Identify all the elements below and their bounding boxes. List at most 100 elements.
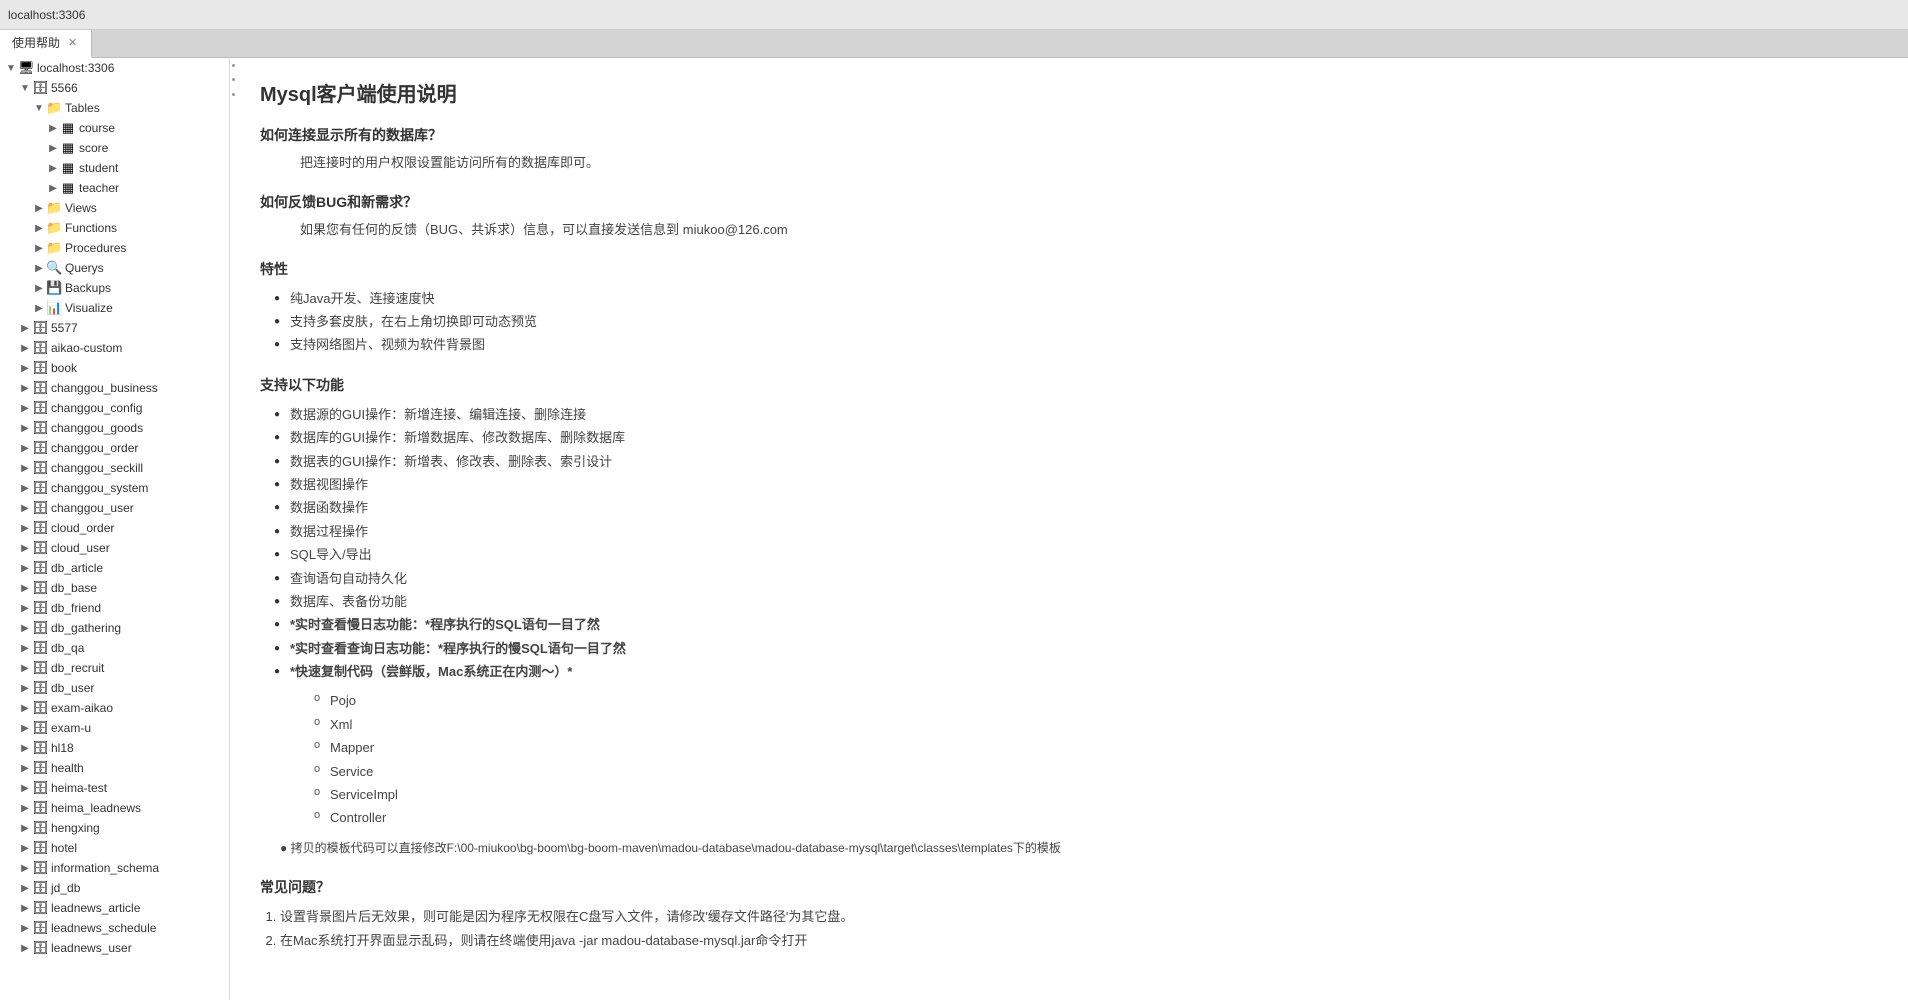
db-leadnews-article-label: leadnews_article bbox=[51, 901, 140, 915]
section1-text: 把连接时的用户权限设置能访问所有的数据库即可。 bbox=[260, 153, 1878, 174]
toggle-cg-user-icon: ▶ bbox=[18, 503, 32, 514]
sidebar-item-cg-order[interactable]: ▶ 🗄 changgou_order bbox=[0, 438, 229, 458]
sidebar-item-score[interactable]: ▶ ▦ score bbox=[0, 138, 229, 158]
sidebar-item-teacher[interactable]: ▶ ▦ teacher bbox=[0, 178, 229, 198]
sidebar-item-db-base[interactable]: ▶ 🗄 db_base bbox=[0, 578, 229, 598]
sidebar-item-db-user[interactable]: ▶ 🗄 db_user bbox=[0, 678, 229, 698]
toggle-db-user-icon: ▶ bbox=[18, 683, 32, 694]
db5577-icon: 🗄 bbox=[32, 320, 48, 336]
sidebar-item-jd-db[interactable]: ▶ 🗄 jd_db bbox=[0, 878, 229, 898]
db-cg-seckill-label: changgou_seckill bbox=[51, 461, 143, 475]
sidebar-item-book[interactable]: ▶ 🗄 book bbox=[0, 358, 229, 378]
db-book-label: book bbox=[51, 361, 77, 375]
sidebar-item-db-gathering[interactable]: ▶ 🗄 db_gathering bbox=[0, 618, 229, 638]
sidebar-item-cloud-order[interactable]: ▶ 🗄 cloud_order bbox=[0, 518, 229, 538]
sidebar-item-health[interactable]: ▶ 🗄 health bbox=[0, 758, 229, 778]
sidebar-item-backups[interactable]: ▶ 💾 Backups bbox=[0, 278, 229, 298]
db-jd-db-label: jd_db bbox=[51, 881, 80, 895]
sidebar-item-hotel[interactable]: ▶ 🗄 hotel bbox=[0, 838, 229, 858]
sidebar-item-tables[interactable]: ▼ 📁 Tables bbox=[0, 98, 229, 118]
toggle-leadnews-schedule-icon: ▶ bbox=[18, 923, 32, 934]
db-hengxing-icon: 🗄 bbox=[32, 820, 48, 836]
toggle-functions-icon: ▶ bbox=[32, 223, 46, 234]
table-icon: ▦ bbox=[60, 120, 76, 136]
db-cloud-user-icon: 🗄 bbox=[32, 540, 48, 556]
procedures-folder-icon: 📁 bbox=[46, 240, 62, 256]
sidebar-item-hl18[interactable]: ▶ 🗄 hl18 bbox=[0, 738, 229, 758]
sidebar-item-leadnews-user[interactable]: ▶ 🗄 leadnews_user bbox=[0, 938, 229, 958]
sidebar-item-hengxing[interactable]: ▶ 🗄 hengxing bbox=[0, 818, 229, 838]
student-label: student bbox=[79, 161, 118, 175]
tab-close-icon[interactable]: ✕ bbox=[66, 36, 79, 49]
db-health-icon: 🗄 bbox=[32, 760, 48, 776]
sidebar-item-information-schema[interactable]: ▶ 🗄 information_schema bbox=[0, 858, 229, 878]
section5-title: 常见问题？ bbox=[260, 877, 1878, 897]
sidebar-item-procedures[interactable]: ▶ 📁 Procedures bbox=[0, 238, 229, 258]
sidebar-item-querys[interactable]: ▶ 🔍 Querys bbox=[0, 258, 229, 278]
toggle-cg-config-icon: ▶ bbox=[18, 403, 32, 414]
functions-list: 数据源的GUI操作：新增连接、编辑连接、删除连接 数据库的GUI操作：新增数据库… bbox=[260, 403, 1878, 684]
db-article-label: db_article bbox=[51, 561, 103, 575]
db-jd-db-icon: 🗄 bbox=[32, 880, 48, 896]
toggle-procedures-icon: ▶ bbox=[32, 243, 46, 254]
sidebar-item-views[interactable]: ▶ 📁 Views bbox=[0, 198, 229, 218]
db-gathering-label: db_gathering bbox=[51, 621, 121, 635]
sidebar-item-db-friend[interactable]: ▶ 🗄 db_friend bbox=[0, 598, 229, 618]
db-aikao-label: aikao-custom bbox=[51, 341, 122, 355]
sidebar-item-5566[interactable]: ▼ 🗄 5566 bbox=[0, 78, 229, 98]
sidebar-item-exam-aikao[interactable]: ▶ 🗄 exam-aikao bbox=[0, 698, 229, 718]
sidebar-item-cg-seckill[interactable]: ▶ 🗄 changgou_seckill bbox=[0, 458, 229, 478]
db-health-label: health bbox=[51, 761, 84, 775]
toggle-visualize-icon: ▶ bbox=[32, 303, 46, 314]
visualize-folder-icon: 📊 bbox=[46, 300, 62, 316]
faq-list: 设置背景图片后无效果，则可能是因为程序无权限在C盘写入文件，请修改'缓存文件路径… bbox=[260, 905, 1878, 952]
sidebar-item-leadnews-schedule[interactable]: ▶ 🗄 leadnews_schedule bbox=[0, 918, 229, 938]
sidebar-item-course[interactable]: ▶ ▦ course bbox=[0, 118, 229, 138]
tab-help[interactable]: 使用帮助 ✕ bbox=[0, 30, 92, 58]
sidebar-item-visualize[interactable]: ▶ 📊 Visualize bbox=[0, 298, 229, 318]
feature-1: 纯Java开发、连接速度快 bbox=[290, 287, 1878, 310]
code-controller: Controller bbox=[330, 806, 1878, 829]
sidebar-item-aikao[interactable]: ▶ 🗄 aikao-custom bbox=[0, 338, 229, 358]
db-cg-order-label: changgou_order bbox=[51, 441, 138, 455]
page-title: Mysql客户端使用说明 bbox=[260, 78, 1878, 107]
views-folder-icon: 📁 bbox=[46, 200, 62, 216]
db-cg-config-label: changgou_config bbox=[51, 401, 142, 415]
sidebar-item-root[interactable]: ▼ 🖥 localhost:3306 bbox=[0, 58, 229, 78]
sidebar-item-heima-test[interactable]: ▶ 🗄 heima-test bbox=[0, 778, 229, 798]
db-cloud-order-label: cloud_order bbox=[51, 521, 114, 535]
sidebar-item-heima-leadnews[interactable]: ▶ 🗄 heima_leadnews bbox=[0, 798, 229, 818]
sidebar-item-db-qa[interactable]: ▶ 🗄 db_qa bbox=[0, 638, 229, 658]
sidebar-item-cg-config[interactable]: ▶ 🗄 changgou_config bbox=[0, 398, 229, 418]
functions-folder-icon: 📁 bbox=[46, 220, 62, 236]
sidebar-item-cg-goods[interactable]: ▶ 🗄 changgou_goods bbox=[0, 418, 229, 438]
db-information-schema-label: information_schema bbox=[51, 861, 159, 875]
sidebar-item-cg-system[interactable]: ▶ 🗄 changgou_system bbox=[0, 478, 229, 498]
db-leadnews-schedule-label: leadnews_schedule bbox=[51, 921, 156, 935]
sidebar-item-cg-business[interactable]: ▶ 🗄 changgou_business bbox=[0, 378, 229, 398]
sidebar-item-cg-user[interactable]: ▶ 🗄 changgou_user bbox=[0, 498, 229, 518]
toggle-leadnews-article-icon: ▶ bbox=[18, 903, 32, 914]
toggle-leadnews-user-icon: ▶ bbox=[18, 943, 32, 954]
sidebar-item-exam-u[interactable]: ▶ 🗄 exam-u bbox=[0, 718, 229, 738]
sidebar-item-5577[interactable]: ▶ 🗄 5577 bbox=[0, 318, 229, 338]
sidebar-item-db-recruit[interactable]: ▶ 🗄 db_recruit bbox=[0, 658, 229, 678]
sidebar-item-leadnews-article[interactable]: ▶ 🗄 leadnews_article bbox=[0, 898, 229, 918]
section3-title: 特性 bbox=[260, 259, 1878, 279]
resize-handle[interactable] bbox=[230, 60, 236, 100]
sidebar-item-functions[interactable]: ▶ 📁 Functions bbox=[0, 218, 229, 238]
func-3: 数据表的GUI操作：新增表、修改表、删除表、索引设计 bbox=[290, 450, 1878, 473]
db-exam-u-label: exam-u bbox=[51, 721, 91, 735]
db-cg-goods-icon: 🗄 bbox=[32, 420, 48, 436]
db-cg-user-label: changgou_user bbox=[51, 501, 134, 515]
toggle-5566-icon: ▼ bbox=[18, 83, 32, 94]
db-base-label: db_base bbox=[51, 581, 97, 595]
sidebar-item-db-article[interactable]: ▶ 🗄 db_article bbox=[0, 558, 229, 578]
db-cg-system-label: changgou_system bbox=[51, 481, 148, 495]
sidebar-item-cloud-user[interactable]: ▶ 🗄 cloud_user bbox=[0, 538, 229, 558]
sidebar-item-student[interactable]: ▶ ▦ student bbox=[0, 158, 229, 178]
db-gathering-icon: 🗄 bbox=[32, 620, 48, 636]
db-cg-seckill-icon: 🗄 bbox=[32, 460, 48, 476]
tab-bar: 使用帮助 ✕ bbox=[0, 30, 1908, 58]
func-8: 查询语句自动持久化 bbox=[290, 567, 1878, 590]
